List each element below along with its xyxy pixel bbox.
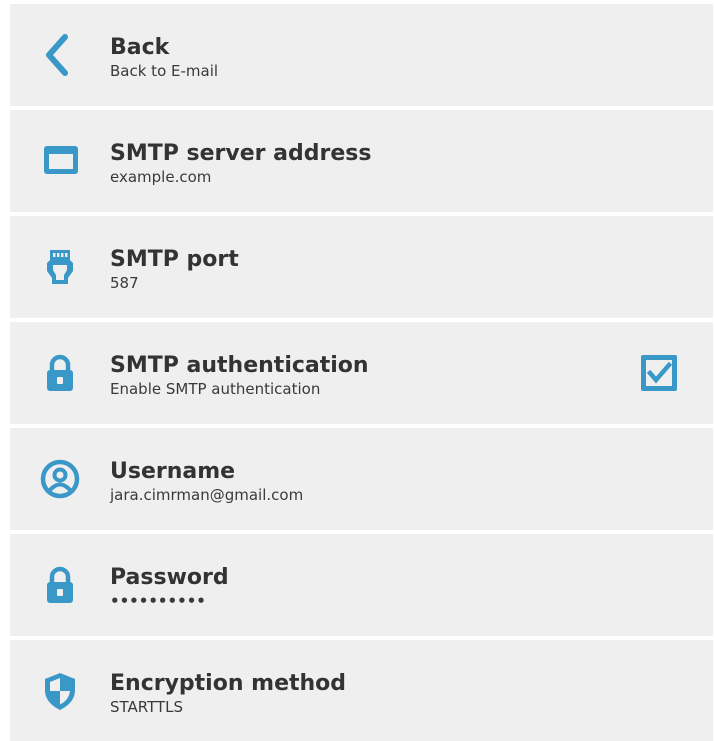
smtp-authentication-item[interactable]: SMTP authentication Enable SMTP authenti… — [10, 322, 713, 424]
password-title: Password — [110, 565, 229, 590]
shield-icon — [38, 669, 82, 713]
settings-list: Back Back to E-mail SMTP server address … — [10, 4, 713, 741]
smtp-authentication-title: SMTP authentication — [110, 353, 369, 378]
back-item-title: Back — [110, 35, 170, 60]
password-item[interactable]: Password •••••••••• — [10, 534, 713, 636]
smtp-server-address-item[interactable]: SMTP server address example.com — [10, 110, 713, 212]
lock-icon — [38, 563, 82, 607]
encryption-method-item[interactable]: Encryption method STARTTLS — [10, 640, 713, 741]
back-item-text: Back Back to E-mail — [110, 35, 218, 81]
encryption-method-title: Encryption method — [110, 671, 347, 696]
username-item[interactable]: Username jara.cimrman@gmail.com — [10, 428, 713, 530]
lock-icon — [38, 351, 82, 395]
encryption-method-text: Encryption method STARTTLS — [110, 671, 346, 717]
smtp-authentication-subtitle: Enable SMTP authentication — [110, 380, 321, 398]
username-title: Username — [110, 459, 236, 484]
smtp-port-value: 587 — [110, 274, 139, 292]
password-value: •••••••••• — [110, 592, 206, 610]
network-plug-icon — [38, 245, 82, 289]
smtp-port-title: SMTP port — [110, 247, 239, 272]
smtp-authentication-checkbox[interactable] — [639, 353, 679, 393]
username-value: jara.cimrman@gmail.com — [110, 486, 304, 504]
smtp-server-address-value: example.com — [110, 168, 212, 186]
back-item-subtitle: Back to E-mail — [110, 62, 219, 80]
window-icon — [38, 139, 82, 183]
password-text: Password •••••••••• — [110, 565, 229, 611]
back-item[interactable]: Back Back to E-mail — [10, 4, 713, 106]
checkmark-icon — [641, 355, 677, 391]
user-circle-icon — [38, 457, 82, 501]
smtp-server-address-title: SMTP server address — [110, 141, 372, 166]
smtp-authentication-text: SMTP authentication Enable SMTP authenti… — [110, 353, 369, 399]
smtp-port-item[interactable]: SMTP port 587 — [10, 216, 713, 318]
username-text: Username jara.cimrman@gmail.com — [110, 459, 303, 505]
smtp-server-address-text: SMTP server address example.com — [110, 141, 371, 187]
chevron-left-icon — [38, 33, 82, 77]
smtp-port-text: SMTP port 587 — [110, 247, 239, 293]
encryption-method-value: STARTTLS — [110, 698, 184, 716]
